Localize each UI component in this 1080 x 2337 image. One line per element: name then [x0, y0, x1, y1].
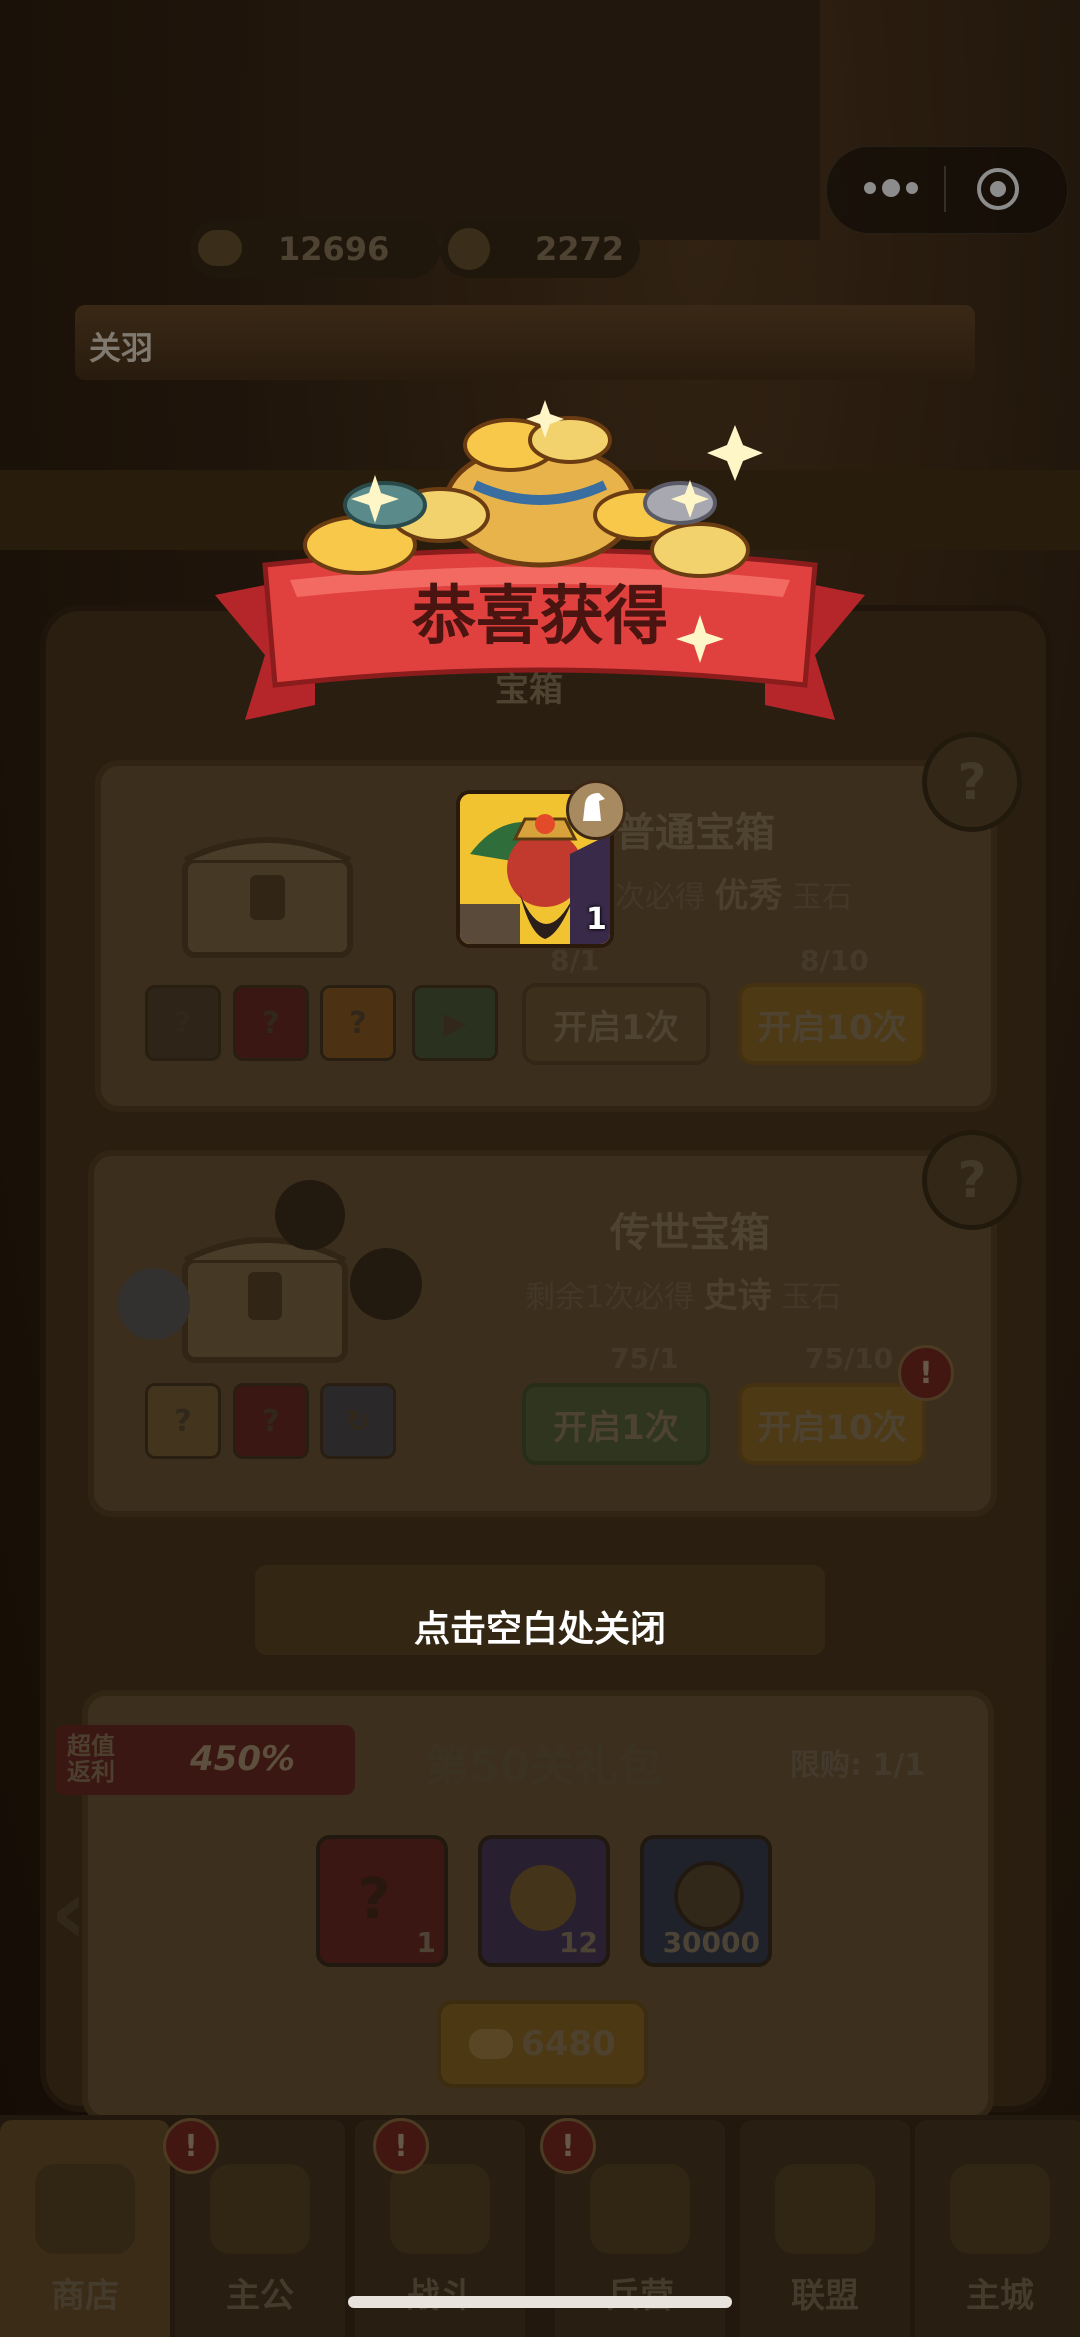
home-indicator [348, 2296, 732, 2308]
modal-backdrop[interactable] [0, 0, 1080, 2337]
congrats-title: 恭喜获得 [412, 580, 668, 654]
horse-badge-icon [566, 780, 626, 840]
close-hint: 点击空白处关闭 [413, 1609, 666, 1650]
reward-item-count: 1 [586, 902, 607, 937]
